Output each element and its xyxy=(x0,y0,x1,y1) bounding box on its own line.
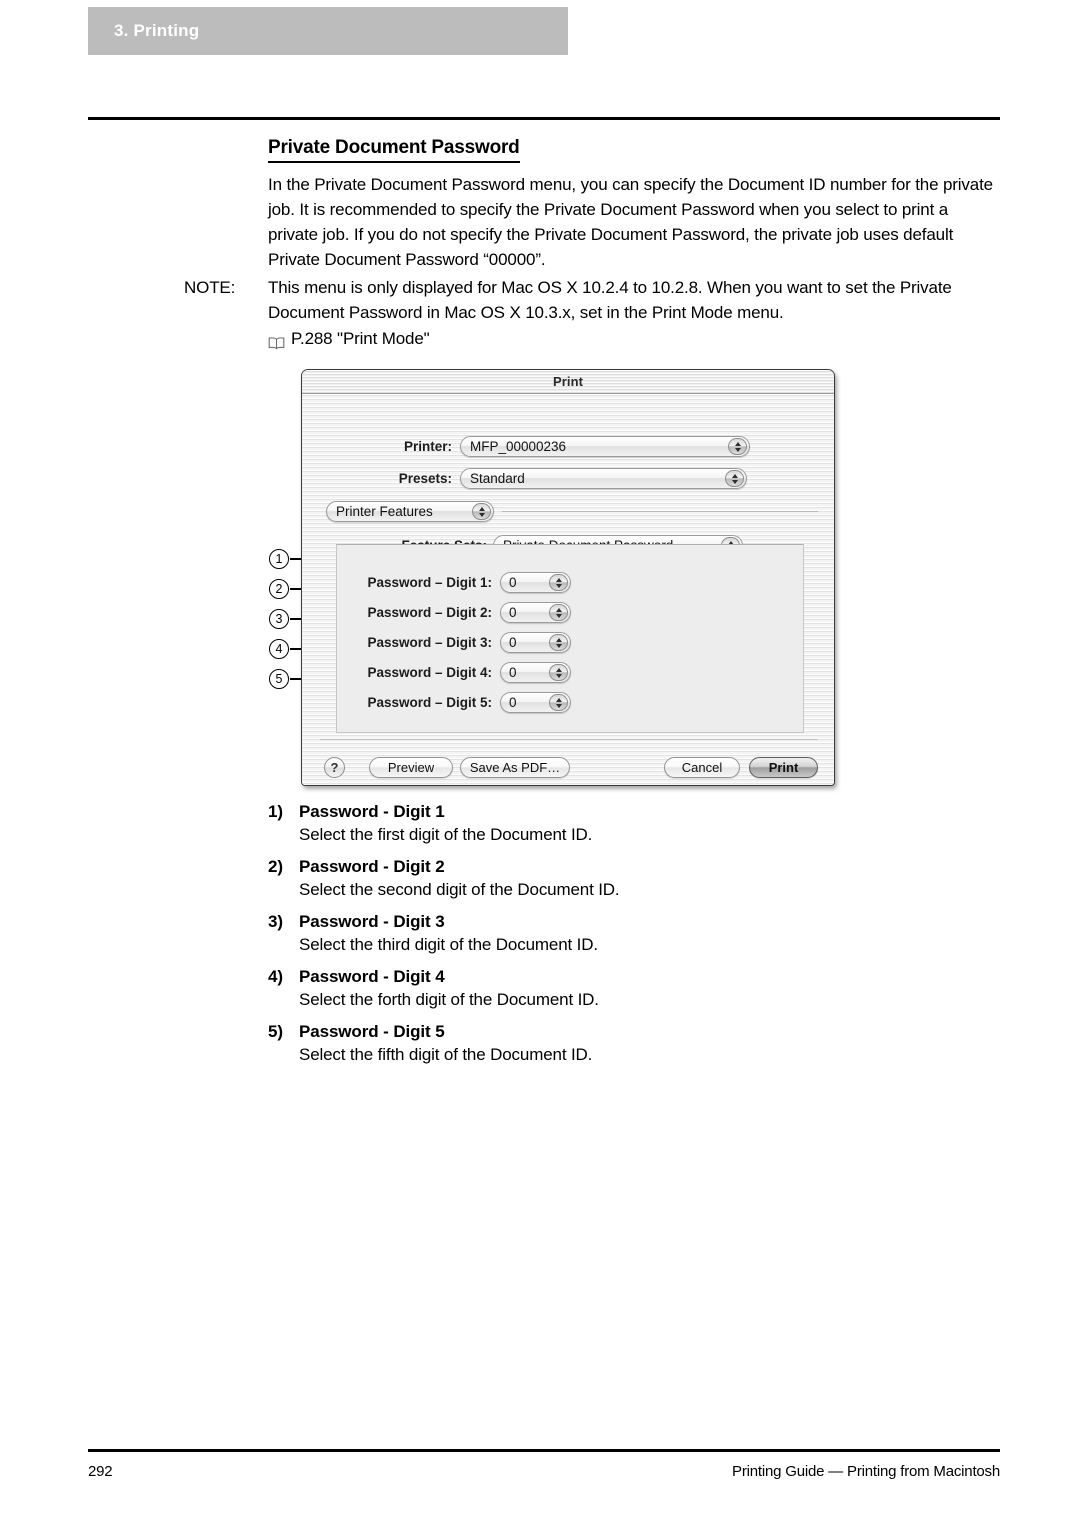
password-digit-2-row: Password – Digit 2: 0 xyxy=(332,602,571,623)
password-digit-4-row: Password – Digit 4: 0 xyxy=(332,662,571,683)
help-button[interactable]: ? xyxy=(324,757,345,778)
presets-value: Standard xyxy=(470,471,525,486)
presets-popup[interactable]: Standard xyxy=(460,468,747,489)
dialog-titlebar: Print xyxy=(302,370,834,394)
password-digit-3-popup[interactable]: 0 xyxy=(500,632,571,653)
footer-divider xyxy=(88,1449,1000,1452)
item-title-3: Password - Digit 3 xyxy=(299,912,445,931)
print-dialog: Print Printer: MFP_00000236 Presets: Sta… xyxy=(301,369,835,786)
list-item: 5) Password - Digit 5 Select the fifth d… xyxy=(268,1022,968,1068)
note-label: NOTE: xyxy=(184,278,236,297)
password-digit-4-popup[interactable]: 0 xyxy=(500,662,571,683)
password-digit-5-label: Password – Digit 5: xyxy=(367,695,492,710)
item-number-5: 5) xyxy=(268,1022,283,1041)
list-item: 1) Password - Digit 1 Select the first d… xyxy=(268,802,968,848)
pane-divider xyxy=(502,511,818,512)
chapter-header-tab: 3. Printing xyxy=(88,7,568,55)
password-digit-4-value: 0 xyxy=(509,665,517,680)
book-icon xyxy=(268,332,285,349)
presets-row: Presets: Standard xyxy=(302,468,762,489)
list-item: 2) Password - Digit 2 Select the second … xyxy=(268,857,968,903)
item-title-4: Password - Digit 4 xyxy=(299,967,445,986)
cross-reference: P.288 "Print Mode" xyxy=(268,326,1004,351)
chevron-updown-icon[interactable] xyxy=(728,438,747,455)
chevron-updown-icon[interactable] xyxy=(549,634,568,651)
cancel-button[interactable]: Cancel xyxy=(664,757,740,778)
printer-label: Printer: xyxy=(403,439,452,454)
chapter-label: 3. Printing xyxy=(114,21,200,40)
pane-selector-row: Printer Features xyxy=(326,501,494,522)
printer-row: Printer: MFP_00000236 xyxy=(302,436,762,457)
password-digit-2-value: 0 xyxy=(509,605,517,620)
password-digit-1-label: Password – Digit 1: xyxy=(367,575,492,590)
cross-reference-text: P.288 "Print Mode" xyxy=(291,329,430,348)
list-item: 4) Password - Digit 4 Select the forth d… xyxy=(268,967,968,1013)
section-paragraph: In the Private Document Password menu, y… xyxy=(268,174,993,269)
page-number: 292 xyxy=(88,1463,113,1480)
password-digit-2-popup[interactable]: 0 xyxy=(500,602,571,623)
item-text-3: Select the third digit of the Document I… xyxy=(299,935,598,954)
item-text-2: Select the second digit of the Document … xyxy=(299,880,620,899)
header-divider xyxy=(88,117,1000,120)
password-digit-5-row: Password – Digit 5: 0 xyxy=(332,692,571,713)
callout-3: 3 xyxy=(269,609,289,629)
callout-2: 2 xyxy=(269,579,289,599)
pane-value: Printer Features xyxy=(336,504,433,519)
note-text: This menu is only displayed for Mac OS X… xyxy=(268,278,952,322)
callout-4: 4 xyxy=(269,639,289,659)
item-number-1: 1) xyxy=(268,802,283,821)
password-digit-2-label: Password – Digit 2: xyxy=(367,605,492,620)
chevron-updown-icon[interactable] xyxy=(472,503,491,520)
chevron-updown-icon[interactable] xyxy=(725,470,744,487)
password-digit-1-row: Password – Digit 1: 0 xyxy=(332,572,571,593)
item-title-1: Password - Digit 1 xyxy=(299,802,445,821)
password-digit-3-value: 0 xyxy=(509,635,517,650)
password-digit-1-popup[interactable]: 0 xyxy=(500,572,571,593)
dialog-title: Print xyxy=(552,374,584,389)
printer-popup[interactable]: MFP_00000236 xyxy=(460,436,750,457)
chevron-updown-icon[interactable] xyxy=(549,604,568,621)
presets-label: Presets: xyxy=(398,471,452,486)
item-number-2: 2) xyxy=(268,857,283,876)
item-text-1: Select the first digit of the Document I… xyxy=(299,825,593,844)
printer-features-popup[interactable]: Printer Features xyxy=(326,501,494,522)
item-title-5: Password - Digit 5 xyxy=(299,1022,445,1041)
save-as-pdf-button[interactable]: Save As PDF… xyxy=(460,757,570,778)
password-digit-1-value: 0 xyxy=(509,575,517,590)
item-number-4: 4) xyxy=(268,967,283,986)
chevron-updown-icon[interactable] xyxy=(549,574,568,591)
item-text-4: Select the forth digit of the Document I… xyxy=(299,990,599,1009)
page-title: Private Document Password xyxy=(268,136,520,163)
item-number-3: 3) xyxy=(268,912,283,931)
section-content: Private Document Password In the Private… xyxy=(268,136,1000,272)
item-text-5: Select the fifth digit of the Document I… xyxy=(299,1045,593,1064)
chevron-updown-icon[interactable] xyxy=(549,694,568,711)
printer-value: MFP_00000236 xyxy=(470,439,567,454)
footer-guide-text: Printing Guide — Printing from Macintosh xyxy=(732,1463,1000,1480)
password-digit-5-value: 0 xyxy=(509,695,517,710)
note-block: NOTE: This menu is only displayed for Ma… xyxy=(184,275,1004,351)
password-digit-4-label: Password – Digit 4: xyxy=(367,665,492,680)
password-digit-5-popup[interactable]: 0 xyxy=(500,692,571,713)
dialog-body: Printer: MFP_00000236 Presets: Standard … xyxy=(302,394,834,785)
description-list: 1) Password - Digit 1 Select the first d… xyxy=(268,802,968,1077)
callout-1: 1 xyxy=(269,549,289,569)
list-item: 3) Password - Digit 3 Select the third d… xyxy=(268,912,968,958)
chevron-updown-icon[interactable] xyxy=(549,664,568,681)
preview-button[interactable]: Preview xyxy=(369,757,453,778)
print-button[interactable]: Print xyxy=(749,757,818,778)
note-body: This menu is only displayed for Mac OS X… xyxy=(268,275,1004,351)
page-footer: 292 Printing Guide — Printing from Macin… xyxy=(88,1463,1000,1480)
item-title-2: Password - Digit 2 xyxy=(299,857,445,876)
password-digit-3-row: Password – Digit 3: 0 xyxy=(332,632,571,653)
password-digit-3-label: Password – Digit 3: xyxy=(367,635,492,650)
dialog-footer-divider xyxy=(320,739,818,740)
callout-5: 5 xyxy=(269,669,289,689)
